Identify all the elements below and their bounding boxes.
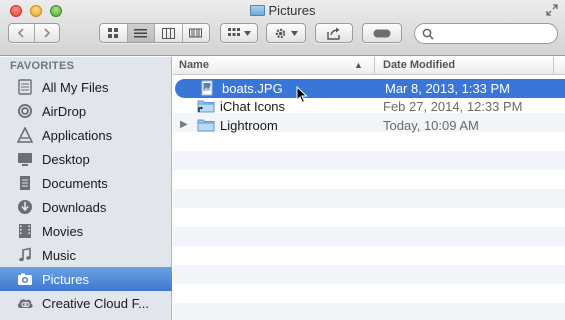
all-files-icon	[16, 78, 34, 96]
sidebar-item-desktop[interactable]: Desktop	[0, 147, 172, 171]
sidebar-item-label: Desktop	[42, 151, 90, 167]
column-divider[interactable]	[553, 57, 554, 75]
list-header: Name ▲ Date Modified	[173, 57, 565, 75]
pictures-icon	[16, 270, 34, 288]
sidebar-item-applications[interactable]: Applications	[0, 123, 172, 147]
chevron-right-icon	[44, 28, 50, 38]
sidebar-item-movies[interactable]: Movies	[0, 219, 172, 243]
sidebar-heading: FAVORITES	[10, 60, 75, 72]
column-header-date-modified[interactable]: Date Modified	[383, 59, 455, 71]
file-date: Feb 27, 2014, 12:33 PM	[383, 99, 523, 114]
file-date: Mar 8, 2013, 1:33 PM	[385, 81, 511, 96]
sidebar-item-airdrop[interactable]: AirDrop	[0, 99, 172, 123]
share-button[interactable]	[315, 23, 353, 43]
list-view-button[interactable]	[127, 24, 155, 42]
table-row[interactable]: boats.JPG Mar 8, 2013, 1:33 PM	[175, 79, 565, 98]
list-view-icon	[134, 28, 148, 37]
disclosure-triangle-icon[interactable]: ▶	[180, 119, 188, 130]
column-divider[interactable]	[374, 57, 375, 75]
sidebar-item-label: Music	[42, 247, 76, 263]
file-name: Lightroom	[220, 118, 278, 133]
window-toolbar: Pictures	[0, 0, 565, 56]
desktop-icon	[16, 150, 34, 168]
chevron-left-icon	[18, 28, 24, 38]
downloads-icon	[16, 198, 34, 216]
view-mode-control	[99, 23, 210, 43]
sidebar-item-label: Applications	[42, 127, 113, 143]
sidebar-item-label: Movies	[42, 223, 84, 239]
table-row[interactable]: iChat Icons Feb 27, 2014, 12:33 PM	[173, 97, 565, 116]
sidebar-item-creative-cloud[interactable]: Creative Cloud F...	[0, 291, 172, 315]
sidebar-item-label: All My Files	[42, 79, 109, 95]
sidebar-item-label: Pictures	[42, 271, 89, 287]
row-stripe	[173, 303, 565, 320]
music-icon	[16, 246, 34, 264]
folder-icon	[197, 117, 215, 133]
tag-icon	[373, 29, 391, 37]
cover-flow-icon	[189, 28, 203, 37]
movies-icon	[16, 222, 34, 240]
sidebar: FAVORITES All My Files AirDrop Applicati…	[0, 57, 172, 320]
sort-ascending-icon: ▲	[354, 60, 363, 70]
window-title: Pictures	[0, 3, 565, 18]
file-date: Today, 10:09 AM	[383, 118, 479, 133]
chevron-down-icon	[243, 30, 251, 36]
row-stripe	[173, 265, 565, 284]
share-icon	[327, 27, 340, 40]
file-name: boats.JPG	[222, 81, 283, 96]
column-header-name[interactable]: Name	[179, 59, 209, 71]
sidebar-item-label: Downloads	[42, 199, 107, 215]
column-view-button[interactable]	[155, 24, 183, 42]
icon-view-icon	[108, 28, 119, 38]
column-view-icon	[161, 27, 175, 39]
back-forward-control	[8, 23, 60, 43]
action-button[interactable]	[266, 23, 306, 43]
sidebar-item-label: Creative Cloud F...	[42, 295, 149, 311]
folder-icon	[249, 5, 265, 16]
image-file-icon	[199, 80, 217, 96]
cover-flow-button[interactable]	[183, 24, 210, 42]
tag-button[interactable]	[362, 23, 402, 43]
arrange-icon	[227, 28, 240, 36]
sidebar-item-music[interactable]: Music	[0, 243, 172, 267]
documents-icon	[16, 174, 34, 192]
sidebar-item-label: AirDrop	[42, 103, 87, 119]
back-button[interactable]	[9, 24, 35, 42]
table-row[interactable]: ▶ Lightroom Today, 10:09 AM	[173, 116, 565, 135]
file-name: iChat Icons	[220, 99, 286, 114]
search-input[interactable]	[437, 26, 549, 41]
sidebar-item-pictures[interactable]: Pictures	[0, 267, 172, 291]
fullscreen-icon[interactable]	[546, 4, 558, 16]
window-title-text: Pictures	[268, 3, 316, 18]
search-icon	[422, 28, 434, 40]
mouse-cursor-icon	[296, 85, 308, 107]
row-stripe	[173, 227, 565, 246]
arrange-button[interactable]	[220, 23, 258, 43]
sidebar-item-label: Documents	[42, 175, 108, 191]
sidebar-item-downloads[interactable]: Downloads	[0, 195, 172, 219]
airdrop-icon	[16, 102, 34, 120]
sidebar-item-all-my-files[interactable]: All My Files	[0, 75, 172, 99]
creative-cloud-icon	[16, 294, 34, 312]
gear-icon	[275, 28, 286, 38]
sidebar-item-documents[interactable]: Documents	[0, 171, 172, 195]
alias-folder-icon	[197, 98, 215, 114]
icon-view-button[interactable]	[100, 24, 128, 42]
row-stripe	[173, 151, 565, 170]
search-field[interactable]	[414, 23, 558, 44]
chevron-down-icon	[291, 30, 298, 36]
applications-icon	[16, 126, 34, 144]
row-stripe	[173, 189, 565, 208]
file-list: Name ▲ Date Modified boats.JPG Mar 8, 20…	[173, 57, 565, 320]
forward-button[interactable]	[35, 24, 60, 42]
